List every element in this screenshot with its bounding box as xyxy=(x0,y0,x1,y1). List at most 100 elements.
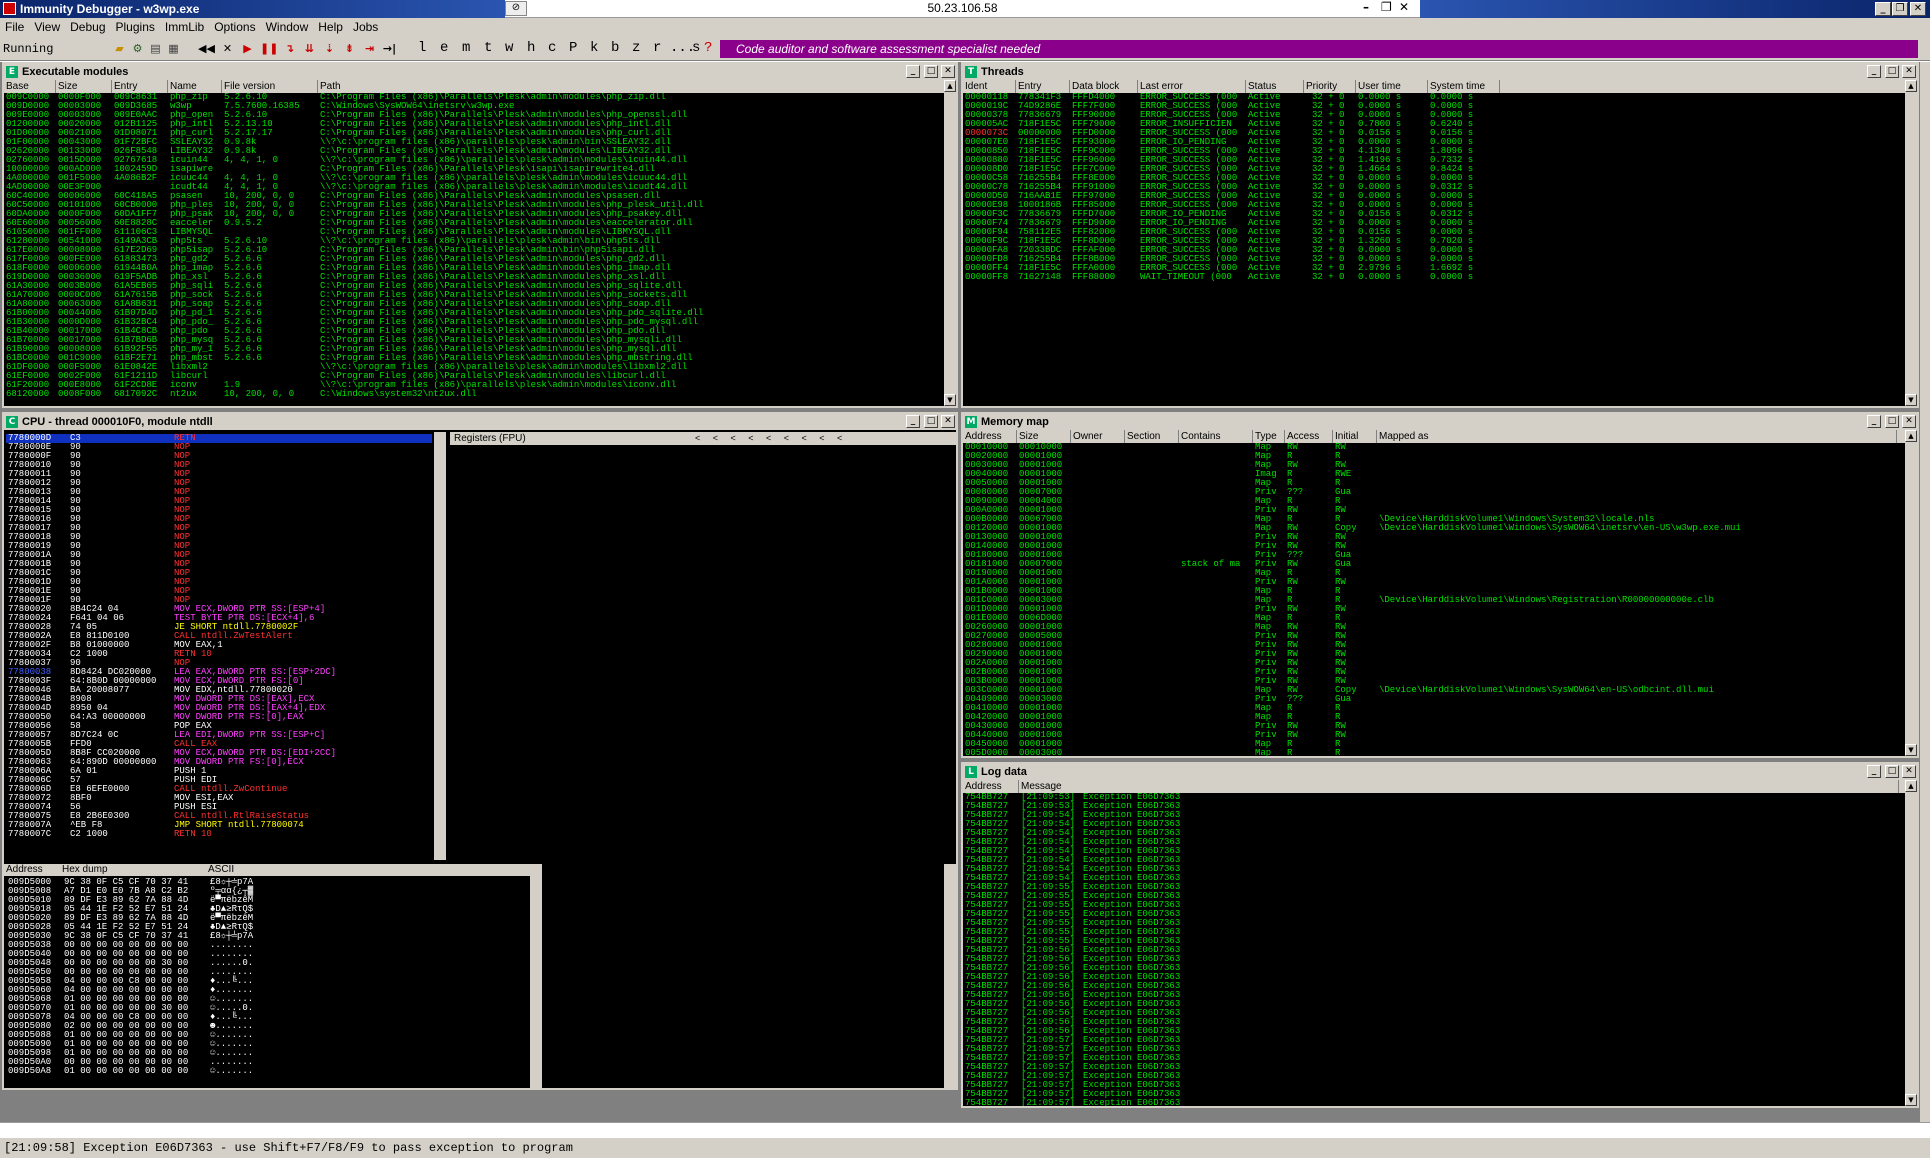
col-type[interactable]: Type xyxy=(1253,430,1285,443)
table-row[interactable]: 00090000 00004000 Map R R xyxy=(963,497,1905,506)
memory-scrollbar[interactable]: ▲ ▼ xyxy=(1905,430,1917,756)
modules-scrollbar[interactable]: ▲ ▼ xyxy=(944,80,956,406)
toolbar-p[interactable]: P xyxy=(569,40,577,56)
threads-close-button[interactable]: ✕ xyxy=(1902,65,1916,78)
table-row[interactable]: 00190000 00001000 Map R R xyxy=(963,569,1905,578)
toolbar-s[interactable]: s xyxy=(692,40,700,56)
log-row[interactable]: 754BB727 [21:09:57] Exception E06D7363 xyxy=(963,1099,1905,1107)
toolbar-w[interactable]: w xyxy=(505,40,513,56)
table-row[interactable]: 00440000 00001000 Priv RW RW xyxy=(963,731,1905,740)
table-row[interactable]: 00040000 00001000 Imag R RWE xyxy=(963,470,1905,479)
disasm-row[interactable]: 7780007C C2 1000 RETN 10 xyxy=(6,830,432,839)
table-row[interactable]: 002A0000 00001000 Priv RW RW xyxy=(963,659,1905,668)
table-row[interactable]: 00420000 00001000 Map R R xyxy=(963,713,1905,722)
run-icon[interactable]: ▶ xyxy=(240,41,255,56)
table-row[interactable]: 003C0000 00001000 Map RW Copy \Device\Harddis… xyxy=(963,686,1905,695)
scroll-up-icon[interactable]: ▲ xyxy=(1905,80,1917,92)
rewind-icon[interactable]: ◀◀ xyxy=(198,41,215,56)
col-contains[interactable]: Contains xyxy=(1179,430,1253,443)
toolbar-t[interactable]: t xyxy=(484,40,492,56)
col-status[interactable]: Status xyxy=(1246,80,1304,93)
menu-window[interactable]: Window xyxy=(261,18,314,36)
col-mem-size[interactable]: Size xyxy=(1017,430,1071,443)
table-row[interactable]: 00270000 00005000 Priv RW RW xyxy=(963,632,1905,641)
col-initial[interactable]: Initial xyxy=(1333,430,1377,443)
threads-list[interactable]: 00000118 778341F3 FFFD4000 ERROR_SUCCESS (0… xyxy=(963,93,1905,406)
cpu-maximize-button[interactable]: □ xyxy=(924,415,938,428)
command-bar[interactable] xyxy=(0,1122,1930,1138)
col-entry[interactable]: Entry xyxy=(112,80,168,93)
modules-minimize-button[interactable]: _ xyxy=(906,65,920,78)
log-close-button[interactable]: ✕ xyxy=(1902,765,1916,778)
toolbar-h[interactable]: h xyxy=(527,40,535,56)
table-row[interactable]: 00290000 00001000 Priv RW RW xyxy=(963,650,1905,659)
scroll-up-icon[interactable]: ▲ xyxy=(1905,430,1917,442)
table-row[interactable]: 00000FF8 71627148 FFF88000 WAIT_TIMEOUT (00… xyxy=(963,273,1905,282)
threads-minimize-button[interactable]: _ xyxy=(1867,65,1881,78)
dump-list[interactable]: 009D5000 9C 38 0F C5 CF 70 37 41 £8☼┼╧p7A 0… xyxy=(6,878,528,1088)
pause-icon[interactable]: ❚❚ xyxy=(260,41,278,56)
table-row[interactable]: 005D0000 00003000 Map R R xyxy=(963,749,1905,757)
log-titlebar[interactable]: L Log data _ □ ✕ xyxy=(963,764,1917,780)
toolbar-help[interactable]: ? xyxy=(704,40,712,56)
menu-debug[interactable]: Debug xyxy=(65,18,110,36)
table-row[interactable]: 00409000 00003000 Priv??? Gua xyxy=(963,695,1905,704)
table-row[interactable]: 00030000 00001000 Map RW RW xyxy=(963,461,1905,470)
col-log-address[interactable]: Address xyxy=(963,780,1019,793)
table-row[interactable]: 00450000 00001000 Map R R xyxy=(963,740,1905,749)
col-path[interactable]: Path xyxy=(318,80,944,93)
banner[interactable]: Code auditor and software assessment spe… xyxy=(720,40,1918,58)
scroll-down-icon[interactable]: ▼ xyxy=(1905,394,1917,406)
scroll-down-icon[interactable]: ▼ xyxy=(944,394,956,406)
toolbar-l[interactable]: l xyxy=(418,40,426,56)
trace-into-icon[interactable]: ⇣ xyxy=(322,41,337,56)
col-file-version[interactable]: File version xyxy=(222,80,318,93)
table-row[interactable]: 001C0000 00003000 Map R R \Device\HarddiskVol… xyxy=(963,596,1905,605)
modules-list[interactable]: 009C0000 0000F000 009C8631 php_zip 5.2.6.10 C… xyxy=(4,93,944,406)
table-row[interactable]: 00180000 00001000 Priv??? Gua xyxy=(963,551,1905,560)
log-maximize-button[interactable]: □ xyxy=(1885,765,1899,778)
disassembly-pane[interactable]: 7780000D C3 RETN 7780000E 90 NOP 7780000F 90 NOP… xyxy=(4,432,446,860)
table-row[interactable]: 00260000 00001000 Map RW RW xyxy=(963,623,1905,632)
modules-close-button[interactable]: ✕ xyxy=(941,65,955,78)
col-name[interactable]: Name xyxy=(168,80,222,93)
disasm-scrollbar[interactable] xyxy=(434,432,446,860)
stack-scrollbar[interactable] xyxy=(944,864,956,1088)
registers-pane[interactable]: Registers (FPU) < < < < < < < < < xyxy=(450,432,956,860)
minimize-button[interactable]: _ xyxy=(1875,2,1891,16)
table-row[interactable]: 00010000 00010000 Map RW RW xyxy=(963,443,1905,452)
toolbar-z[interactable]: z xyxy=(632,40,640,56)
table-row[interactable]: 00181000 00007000 stack of ma Priv RW Gua xyxy=(963,560,1905,569)
remote-restore-icon[interactable]: ❐ xyxy=(1381,0,1392,14)
col-system-time[interactable]: System time xyxy=(1428,80,1500,93)
open-folder-icon[interactable]: ▰ xyxy=(112,41,127,56)
table-row[interactable]: 68120000 0008F000 6817092C nt2ux 10, 200, 0,… xyxy=(4,390,944,399)
col-owner[interactable]: Owner xyxy=(1071,430,1125,443)
step-over-icon[interactable]: ⇊ xyxy=(302,41,317,56)
dump-pane[interactable]: Address Hex dump ASCII 009D5000 9C 38 0F … xyxy=(4,864,542,1088)
memory-close-button[interactable]: ✕ xyxy=(1902,415,1916,428)
threads-scrollbar[interactable]: ▲ ▼ xyxy=(1905,80,1917,406)
col-user-time[interactable]: User time xyxy=(1356,80,1428,93)
table-row[interactable]: 00430000 00001000 Priv RW RW xyxy=(963,722,1905,731)
log-list[interactable]: 754BB727 [21:09:53] Exception E06D7363 754B… xyxy=(963,793,1905,1106)
scroll-down-icon[interactable]: ▼ xyxy=(1905,1094,1917,1106)
menu-options[interactable]: Options xyxy=(209,18,260,36)
table-row[interactable]: 002B0000 00001000 Priv RW RW xyxy=(963,668,1905,677)
modules-titlebar[interactable]: E Executable modules _ □ ✕ xyxy=(4,64,956,80)
col-mapped-as[interactable]: Mapped as xyxy=(1377,430,1897,443)
table-row[interactable]: 00130000 00001000 Priv RW RW xyxy=(963,533,1905,542)
threads-maximize-button[interactable]: □ xyxy=(1885,65,1899,78)
toolbar-e[interactable]: e xyxy=(440,40,448,56)
cpu-titlebar[interactable]: C CPU - thread 000010F0, module ntdll _ … xyxy=(4,414,956,430)
restore-button[interactable]: ❐ xyxy=(1892,2,1908,16)
memory-maximize-button[interactable]: □ xyxy=(1885,415,1899,428)
attach-icon[interactable]: ⚙ xyxy=(130,41,145,56)
modules-maximize-button[interactable]: □ xyxy=(924,65,938,78)
menu-immlib[interactable]: ImmLib xyxy=(160,18,209,36)
col-size[interactable]: Size xyxy=(56,80,112,93)
toolbar-b[interactable]: b xyxy=(611,40,619,56)
col-ident[interactable]: Ident xyxy=(963,80,1016,93)
table-row[interactable]: 00120000 00001000 Map RW Copy \Device\Harddis… xyxy=(963,524,1905,533)
cpu-close-button[interactable]: ✕ xyxy=(941,415,955,428)
